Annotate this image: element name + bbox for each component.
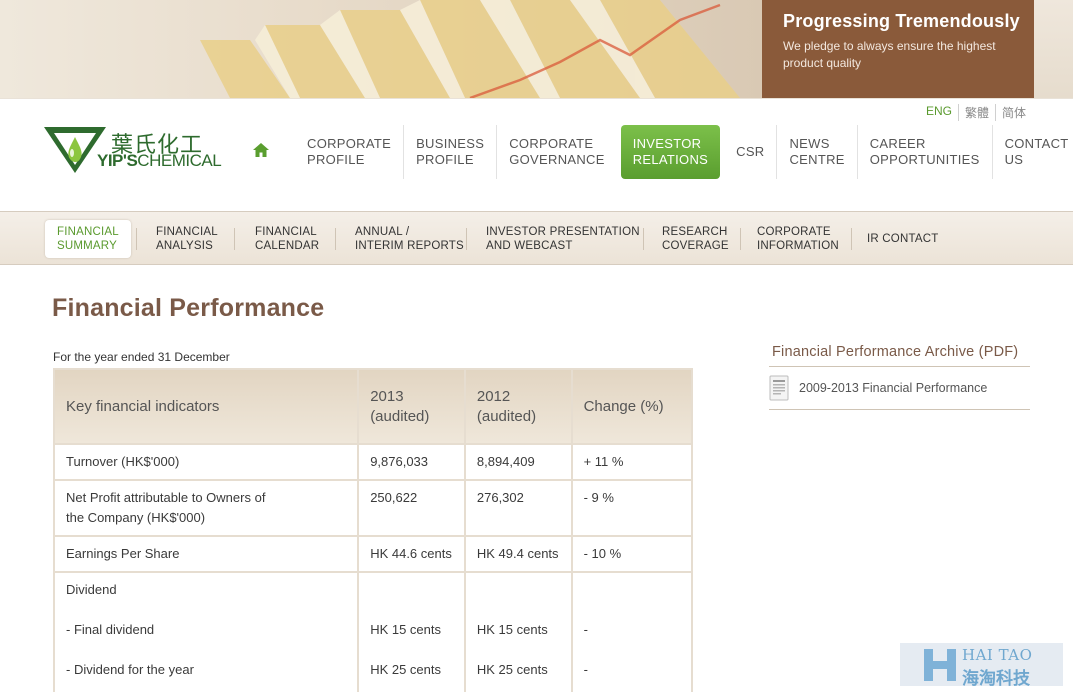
row-label-dividend: Dividend - Final dividend - Dividend for… (52, 571, 360, 692)
cell-2013: 250,622 (357, 479, 466, 537)
subnav-investor-presentation[interactable]: INVESTOR PRESENTATION AND WEBCAST (486, 220, 640, 258)
lang-simplified-chinese[interactable]: 简体 (995, 104, 1032, 121)
subnav-divider (466, 228, 467, 250)
net-profit-label: Net Profit attributable to Owners of the… (66, 490, 266, 525)
subnav-corporate-information[interactable]: CORPORATE INFORMATION (757, 220, 839, 258)
table-header-row: Key financial indicators 2013 (audited) … (52, 368, 694, 445)
financial-indicators-table: Key financial indicators 2013 (audited) … (52, 368, 694, 692)
banner-title: Progressing Tremendously (783, 11, 1020, 31)
final-dividend-2012: HK 15 cents (476, 622, 548, 637)
company-logo[interactable]: 葉氏化工 YIP'SCHEMICAL (44, 125, 224, 175)
nav-career-opportunities[interactable]: CAREER OPPORTUNITIES (856, 125, 992, 179)
lang-eng[interactable]: ENG (920, 104, 958, 121)
banner-graphic (0, 0, 762, 98)
cell-change: - 10 % (570, 535, 694, 573)
language-switcher: ENG 繁體 简体 (920, 104, 1032, 121)
subnav-divider (740, 228, 741, 250)
nav-investor-relations[interactable]: INVESTOR RELATIONS (620, 125, 721, 179)
banner-edge (1034, 0, 1073, 98)
dividend-year-change: - (583, 662, 588, 677)
nav-news-centre[interactable]: NEWS CENTRE (776, 125, 856, 179)
subnav-research-coverage[interactable]: RESEARCH COVERAGE (662, 220, 729, 258)
subnav-divider (234, 228, 235, 250)
pdf-document-icon (769, 375, 789, 401)
nav-csr[interactable]: CSR (724, 125, 776, 179)
header-indicator: Key financial indicators (52, 368, 360, 445)
banner-slogan-box: Progressing Tremendously We pledge to al… (762, 0, 1034, 98)
cell-2013: HK 44.6 cents (357, 535, 466, 573)
cell-2013: HK 15 cents HK 25 cents (357, 571, 466, 692)
subnav-financial-analysis[interactable]: FINANCIAL ANALYSIS (156, 220, 218, 258)
dividend-year-2012: HK 25 cents (476, 662, 548, 677)
archive-title: Financial Performance Archive (PDF) (772, 344, 1019, 360)
table-row: Net Profit attributable to Owners of the… (52, 479, 694, 537)
subnav-annual-interim-reports[interactable]: ANNUAL / INTERIM REPORTS (355, 220, 464, 258)
subnav-divider (335, 228, 336, 250)
dividend-year-label: - Dividend for the year (66, 662, 194, 677)
cell-change: + 11 % (570, 443, 694, 481)
site-header: ENG 繁體 简体 葉氏化工 YIP'SCHEMICAL CORPORATE P… (0, 98, 1073, 212)
subnav-divider (136, 228, 137, 250)
nav-corporate-profile[interactable]: CORPORATE PROFILE (295, 125, 403, 179)
page-title: Financial Performance (52, 294, 325, 322)
final-dividend-2013: HK 15 cents (370, 622, 442, 637)
header-2012: 2012 (audited) (463, 368, 573, 445)
final-dividend-change: - (583, 622, 588, 637)
row-label-eps: Earnings Per Share (52, 535, 360, 573)
subnav-financial-calendar[interactable]: FINANCIAL CALENDAR (255, 220, 319, 258)
watermark-text-cn: 海淘科技 (962, 669, 1030, 688)
row-label-net-profit: Net Profit attributable to Owners of the… (52, 479, 360, 537)
subnav-divider (851, 228, 852, 250)
dividend-label: Dividend (66, 582, 117, 597)
logo-english-name: YIP'SCHEMICAL (97, 151, 222, 171)
header-change: Change (%) (570, 368, 694, 445)
cell-2012: HK 15 cents HK 25 cents (463, 571, 573, 692)
cell-2013: 9,876,033 (357, 443, 466, 481)
nav-corporate-governance[interactable]: CORPORATE GOVERNANCE (496, 125, 616, 179)
watermark-text-en: HAI TAO (962, 646, 1033, 664)
archive-divider (769, 366, 1030, 367)
logo-english-light: CHEMICAL (137, 151, 222, 170)
cell-change: - - (570, 571, 694, 692)
investor-relations-subnav: FINANCIAL SUMMARY FINANCIAL ANALYSIS FIN… (0, 211, 1073, 265)
top-banner: Progressing Tremendously We pledge to al… (0, 0, 1073, 98)
cell-change: - 9 % (570, 479, 694, 537)
subnav-divider (643, 228, 644, 250)
final-dividend-label: - Final dividend (66, 622, 155, 637)
watermark-logo-icon (924, 648, 956, 681)
home-icon[interactable] (252, 141, 270, 159)
subnav-ir-contact[interactable]: IR CONTACT (867, 220, 938, 258)
archive-pdf-link[interactable]: 2009-2013 Financial Performance (769, 371, 1030, 405)
archive-divider (769, 409, 1030, 410)
table-row: Earnings Per Share HK 44.6 cents HK 49.4… (52, 535, 694, 573)
subnav-financial-summary[interactable]: FINANCIAL SUMMARY (45, 220, 131, 258)
nav-contact-us[interactable]: CONTACT US (991, 125, 1073, 179)
dividend-year-2013: HK 25 cents (370, 662, 442, 677)
table-row: Dividend - Final dividend - Dividend for… (52, 571, 694, 692)
logo-english-bold: YIP'S (97, 151, 138, 170)
nav-business-profile[interactable]: BUSINESS PROFILE (403, 125, 496, 179)
banner-subtitle: We pledge to always ensure the highest p… (783, 39, 996, 70)
cell-2012: 8,894,409 (463, 443, 573, 481)
lang-traditional-chinese[interactable]: 繁體 (958, 104, 995, 121)
cell-2012: HK 49.4 cents (463, 535, 573, 573)
year-note: For the year ended 31 December (53, 350, 230, 364)
header-2013: 2013 (audited) (357, 368, 466, 445)
archive-link-text[interactable]: 2009-2013 Financial Performance (799, 381, 987, 395)
table-row: Turnover (HK$'000) 9,876,033 8,894,409 +… (52, 443, 694, 481)
main-navigation: CORPORATE PROFILE BUSINESS PROFILE CORPO… (295, 125, 1073, 179)
watermark: HAI TAO 海淘科技 (900, 643, 1063, 688)
cell-2012: 276,302 (463, 479, 573, 537)
row-label-turnover: Turnover (HK$'000) (52, 443, 360, 481)
